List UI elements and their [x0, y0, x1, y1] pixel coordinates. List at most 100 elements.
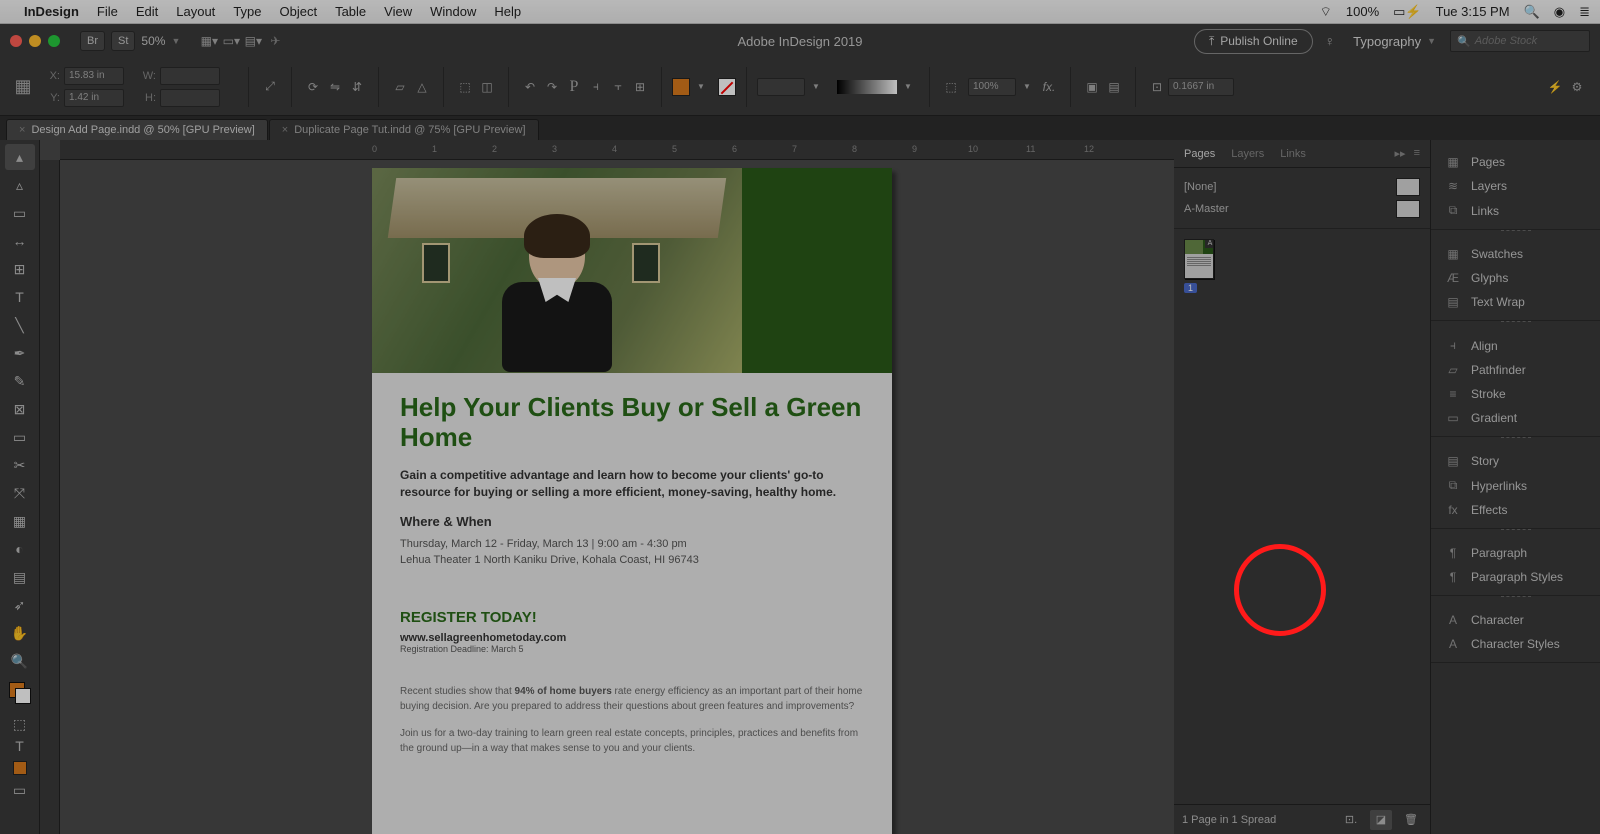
- panel-align[interactable]: ⫞Align: [1431, 333, 1600, 358]
- spotlight-icon[interactable]: 🔍: [1524, 4, 1540, 20]
- flip-v-icon[interactable]: ⇵: [346, 76, 368, 98]
- master-thumb[interactable]: [1396, 200, 1420, 218]
- new-page-button[interactable]: ◪: [1370, 810, 1392, 830]
- bridge-button[interactable]: Br: [80, 31, 105, 51]
- distribute-icon[interactable]: ⫟: [607, 76, 629, 98]
- hand-tool[interactable]: ✋: [5, 620, 35, 646]
- panel-links[interactable]: ⧉Links: [1431, 198, 1600, 223]
- select-container-icon[interactable]: ⬚: [454, 76, 476, 98]
- delete-page-button[interactable]: 🗑: [1400, 810, 1422, 830]
- fill-swatch[interactable]: [672, 78, 690, 96]
- close-tab-icon[interactable]: ×: [282, 124, 288, 136]
- adobe-stock-search[interactable]: 🔍 Adobe Stock: [1450, 30, 1590, 52]
- panel-character-styles[interactable]: ACharacter Styles: [1431, 632, 1600, 656]
- quick-apply-icon[interactable]: ⚡: [1544, 76, 1566, 98]
- x-field[interactable]: 15.83 in: [64, 67, 124, 85]
- panel-character[interactable]: ACharacter: [1431, 608, 1600, 632]
- gradient-feather-tool[interactable]: ◐: [5, 536, 35, 562]
- tab-pages[interactable]: Pages: [1184, 148, 1215, 160]
- page-tool[interactable]: ▭: [5, 200, 35, 226]
- chevron-down-icon[interactable]: ▼: [690, 76, 712, 98]
- rectangle-tool[interactable]: ▭: [5, 424, 35, 450]
- tips-bulb-icon[interactable]: ♀: [1325, 33, 1336, 49]
- chevron-down-icon[interactable]: ▼: [805, 76, 827, 98]
- free-transform-tool[interactable]: ⤧: [5, 480, 35, 506]
- w-field[interactable]: [160, 67, 220, 85]
- arrange-icon[interactable]: ▤▾: [242, 30, 264, 52]
- panel-menu-icon[interactable]: ≡: [1414, 147, 1420, 160]
- publish-online-button[interactable]: ⤒ Publish Online: [1194, 29, 1313, 54]
- document-canvas[interactable]: 0 1 2 3 4 5 6 7 8 9 10 11 12: [40, 140, 1174, 834]
- menu-view[interactable]: View: [384, 4, 412, 19]
- view-options-icon[interactable]: ▦▾: [198, 30, 220, 52]
- rectangle-frame-tool[interactable]: ⊠: [5, 396, 35, 422]
- stroke-none-swatch[interactable]: [718, 78, 736, 96]
- app-name[interactable]: InDesign: [24, 4, 79, 19]
- menu-help[interactable]: Help: [494, 4, 521, 19]
- fill-stroke-swatch[interactable]: [9, 682, 31, 704]
- pages-section[interactable]: A 1: [1174, 229, 1430, 804]
- gap-tool[interactable]: ↔: [5, 228, 35, 254]
- paragraph-style-p-icon[interactable]: P: [563, 76, 585, 98]
- menu-type[interactable]: Type: [233, 4, 261, 19]
- pencil-tool[interactable]: ✎: [5, 368, 35, 394]
- pathfinder-icon[interactable]: ⊞: [629, 76, 651, 98]
- stroke-style-preview[interactable]: [837, 80, 897, 94]
- fitting-icon[interactable]: ⊡: [1146, 76, 1168, 98]
- none-master[interactable]: [None]: [1184, 181, 1216, 193]
- wifi-icon[interactable]: ⌔: [1320, 4, 1332, 20]
- effects-fx-icon[interactable]: fx.: [1038, 76, 1060, 98]
- ruler-vertical[interactable]: [40, 160, 60, 834]
- flip-h-icon[interactable]: ⇋: [324, 76, 346, 98]
- menu-layout[interactable]: Layout: [176, 4, 215, 19]
- collapse-panel-icon[interactable]: ▸▸: [1395, 147, 1406, 160]
- panel-menu-icon[interactable]: ⚙: [1566, 76, 1588, 98]
- tab-links[interactable]: Links: [1280, 148, 1306, 160]
- workspace-selector[interactable]: Typography ▼: [1353, 34, 1436, 49]
- panel-stroke[interactable]: ≡Stroke: [1431, 382, 1600, 406]
- scissors-tool[interactable]: ✂: [5, 452, 35, 478]
- chevron-down-icon[interactable]: ▼: [897, 76, 919, 98]
- panel-paragraph[interactable]: ¶Paragraph: [1431, 541, 1600, 565]
- panel-story[interactable]: ▤Story: [1431, 449, 1600, 473]
- opacity-field[interactable]: 100%: [968, 78, 1016, 96]
- panel-glyphs[interactable]: ÆGlyphs: [1431, 266, 1600, 290]
- y-field[interactable]: 1.42 in: [64, 89, 124, 107]
- apply-color-icon[interactable]: [5, 758, 35, 778]
- panel-pages[interactable]: ▦Pages: [1431, 150, 1600, 174]
- document-tab[interactable]: × Duplicate Page Tut.indd @ 75% [GPU Pre…: [269, 119, 539, 140]
- panel-layers[interactable]: ≋Layers: [1431, 174, 1600, 198]
- panel-hyperlinks[interactable]: ⧉Hyperlinks: [1431, 473, 1600, 498]
- document-tab[interactable]: × Design Add Page.indd @ 50% [GPU Previe…: [6, 119, 268, 140]
- menu-edit[interactable]: Edit: [136, 4, 158, 19]
- default-fill-stroke-icon[interactable]: ⬚: [5, 714, 35, 734]
- selection-tool[interactable]: ▴: [5, 144, 35, 170]
- screen-mode-toggle[interactable]: ▭: [5, 780, 35, 800]
- gradient-swatch-tool[interactable]: ▦: [5, 508, 35, 534]
- menu-table[interactable]: Table: [335, 4, 366, 19]
- master-thumb[interactable]: [1396, 178, 1420, 196]
- align-icon[interactable]: ⫞: [585, 76, 607, 98]
- corner-options-icon[interactable]: ⬚: [940, 76, 962, 98]
- notification-center-icon[interactable]: ≣: [1579, 4, 1590, 20]
- chevron-down-icon[interactable]: ▼: [1016, 76, 1038, 98]
- panel-paragraph-styles[interactable]: ¶Paragraph Styles: [1431, 565, 1600, 589]
- type-tool[interactable]: T: [5, 284, 35, 310]
- eyedropper-tool[interactable]: ➶: [5, 592, 35, 618]
- content-collector-tool[interactable]: ⊞: [5, 256, 35, 282]
- document-page[interactable]: Help Your Clients Buy or Sell a Green Ho…: [372, 168, 892, 834]
- leading-field[interactable]: 0.1667 in: [1168, 78, 1234, 96]
- note-tool[interactable]: ▤: [5, 564, 35, 590]
- h-field[interactable]: [160, 89, 220, 107]
- text-wrap-none-icon[interactable]: ▣: [1081, 76, 1103, 98]
- direct-selection-tool[interactable]: ▵: [5, 172, 35, 198]
- menu-file[interactable]: File: [97, 4, 118, 19]
- line-tool[interactable]: ╲: [5, 312, 35, 338]
- shear-icon[interactable]: ▱: [389, 76, 411, 98]
- edit-page-size-button[interactable]: ⊡.: [1340, 810, 1362, 830]
- screen-mode-icon[interactable]: ▭▾: [220, 30, 242, 52]
- a-master[interactable]: A-Master: [1184, 203, 1229, 215]
- panel-effects[interactable]: fxEffects: [1431, 498, 1600, 522]
- tab-layers[interactable]: Layers: [1231, 148, 1264, 160]
- close-window-button[interactable]: [10, 35, 22, 47]
